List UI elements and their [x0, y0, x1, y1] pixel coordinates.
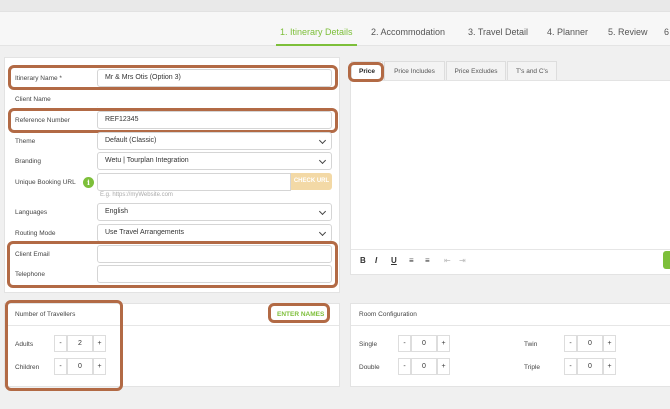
enter-names-button[interactable]: ENTER NAMES — [277, 311, 324, 318]
single-decrement-button[interactable]: - — [398, 335, 411, 352]
double-decrement-button[interactable]: - — [398, 358, 411, 375]
client-name-input[interactable] — [97, 90, 332, 108]
tab-price-includes[interactable]: Price Includes — [384, 61, 445, 80]
reference-number-input[interactable]: REF12345 — [97, 111, 332, 129]
branding-value: Wetu | Tourplan Integration — [105, 157, 189, 164]
children-increment-button[interactable]: + — [93, 358, 106, 375]
routing-mode-select[interactable]: Use Travel Arrangements — [97, 224, 332, 242]
booking-url-hint: E.g. https://myWebsite.com — [100, 192, 173, 198]
editor-toolbar-divider — [351, 249, 670, 250]
italic-button[interactable]: I — [375, 256, 377, 265]
step-planner[interactable]: 4. Planner — [547, 27, 588, 37]
rooms-header-divider — [351, 325, 670, 326]
chevron-down-icon — [318, 207, 327, 216]
triple-increment-button[interactable]: + — [603, 358, 616, 375]
ordered-list-icon[interactable]: ≡ — [409, 256, 414, 265]
double-stepper: - 0 + — [398, 358, 460, 375]
single-label: Single — [359, 341, 378, 348]
telephone-label: Telephone — [15, 271, 45, 278]
reference-number-label: Reference Number — [15, 117, 70, 124]
top-bar — [0, 0, 670, 12]
adults-stepper: - 2 + — [54, 335, 106, 352]
adults-increment-button[interactable]: + — [93, 335, 106, 352]
languages-value: English — [105, 208, 128, 215]
itinerary-name-label: Itinerary Name * — [15, 75, 62, 82]
wizard-steps: 1. Itinerary Details 2. Accommodation 3.… — [0, 12, 670, 46]
double-value[interactable]: 0 — [411, 358, 437, 375]
routing-mode-label: Routing Mode — [15, 230, 56, 237]
adults-value[interactable]: 2 — [67, 335, 93, 352]
adults-decrement-button[interactable]: - — [54, 335, 67, 352]
twin-decrement-button[interactable]: - — [564, 335, 577, 352]
underline-button[interactable]: U — [391, 256, 397, 265]
step-travel-detail[interactable]: 3. Travel Detail — [468, 27, 528, 37]
branding-label: Branding — [15, 158, 42, 165]
unique-booking-url-label: Unique Booking URL — [15, 179, 76, 186]
children-decrement-button[interactable]: - — [54, 358, 67, 375]
languages-label: Languages — [15, 209, 48, 216]
bullet-list-icon[interactable]: ≡ — [425, 256, 430, 265]
itinerary-name-input[interactable]: Mr & Mrs Otis (Option 3) — [97, 69, 332, 87]
children-value[interactable]: 0 — [67, 358, 93, 375]
branding-select[interactable]: Wetu | Tourplan Integration — [97, 152, 332, 170]
client-name-label: Client Name — [15, 96, 51, 103]
save-button-edge[interactable] — [663, 251, 670, 269]
triple-decrement-button[interactable]: - — [564, 358, 577, 375]
unique-booking-url-input[interactable] — [97, 173, 291, 191]
travellers-header-divider — [5, 325, 339, 326]
theme-label: Theme — [15, 138, 36, 145]
theme-select[interactable]: Default (Classic) — [97, 132, 332, 150]
indent-icon[interactable]: ⇥ — [459, 256, 466, 265]
twin-value[interactable]: 0 — [577, 335, 603, 352]
chevron-down-icon — [318, 156, 327, 165]
languages-select[interactable]: English — [97, 203, 332, 221]
single-stepper: - 0 + — [398, 335, 460, 352]
children-label: Children — [15, 364, 40, 371]
tab-ts-and-cs[interactable]: T's and C's — [507, 61, 557, 80]
twin-label: Twin — [524, 341, 538, 348]
check-url-button[interactable]: CHECK URL — [291, 173, 332, 190]
adults-label: Adults — [15, 341, 34, 348]
active-step-underline — [276, 44, 357, 46]
step-itinerary-details[interactable]: 1. Itinerary Details — [280, 27, 353, 37]
tab-price[interactable]: Price — [351, 61, 383, 80]
bold-button[interactable]: B — [360, 256, 366, 265]
double-increment-button[interactable]: + — [437, 358, 450, 375]
chevron-down-icon — [318, 136, 327, 145]
single-value[interactable]: 0 — [411, 335, 437, 352]
client-email-input[interactable] — [97, 245, 332, 263]
triple-stepper: - 0 + — [564, 358, 626, 375]
triple-label: Triple — [524, 364, 541, 371]
step-review[interactable]: 5. Review — [608, 27, 648, 37]
twin-stepper: - 0 + — [564, 335, 626, 352]
twin-increment-button[interactable]: + — [603, 335, 616, 352]
children-stepper: - 0 + — [54, 358, 106, 375]
travellers-title: Number of Travellers — [15, 311, 76, 318]
room-configuration-title: Room Configuration — [359, 311, 417, 318]
tab-price-excludes[interactable]: Price Excludes — [446, 61, 506, 80]
step-accommodation[interactable]: 2. Accommodation — [371, 27, 445, 37]
routing-mode-value: Use Travel Arrangements — [105, 229, 184, 236]
info-icon[interactable]: i — [83, 177, 94, 188]
price-editor-panel — [350, 80, 670, 275]
triple-value[interactable]: 0 — [577, 358, 603, 375]
theme-value: Default (Classic) — [105, 137, 157, 144]
chevron-down-icon — [318, 228, 327, 237]
client-email-label: Client Email — [15, 251, 50, 258]
step-6[interactable]: 6 — [664, 27, 669, 37]
telephone-input[interactable] — [97, 265, 332, 283]
single-increment-button[interactable]: + — [437, 335, 450, 352]
outdent-icon[interactable]: ⇤ — [444, 256, 451, 265]
double-label: Double — [359, 364, 380, 371]
